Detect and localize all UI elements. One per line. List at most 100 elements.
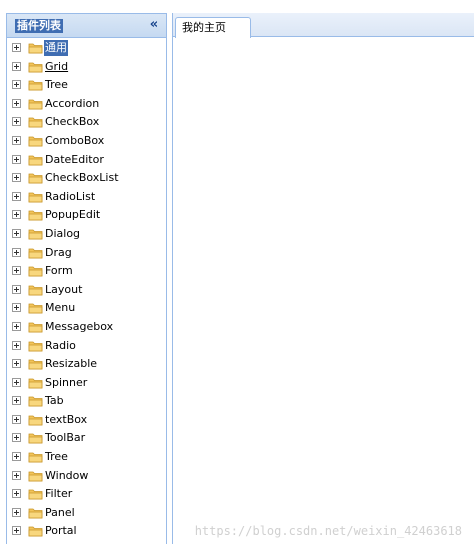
expand-plus-icon[interactable] <box>12 135 21 145</box>
tree-node[interactable]: Window <box>7 467 166 486</box>
tree-node-label[interactable]: Layout <box>44 282 83 298</box>
tree-node[interactable]: textBox <box>7 411 166 430</box>
tree-node-label[interactable]: CheckBoxList <box>44 170 120 186</box>
tree-node[interactable]: Tree <box>7 76 166 95</box>
folder-icon <box>28 285 43 296</box>
expand-plus-icon[interactable] <box>12 303 21 313</box>
folder-icon <box>28 155 43 165</box>
tree-node-label[interactable]: Tab <box>44 393 65 409</box>
expand-plus-icon[interactable] <box>12 470 21 480</box>
expand-plus-icon[interactable] <box>12 489 21 499</box>
folder-icon <box>28 80 43 91</box>
tree-node[interactable]: RadioList <box>7 188 166 207</box>
tree-node[interactable]: ToolBar <box>7 429 166 448</box>
tree-node-label[interactable]: Tree <box>44 449 69 465</box>
folder-icon <box>28 341 43 351</box>
tree-node-label[interactable]: ToolBar <box>44 430 86 446</box>
folder-icon <box>28 303 43 314</box>
tree-node[interactable]: Tab <box>7 392 166 411</box>
expand-plus-icon[interactable] <box>12 247 21 257</box>
tree-node[interactable]: Portal <box>7 522 166 541</box>
folder-icon <box>28 359 43 370</box>
expand-plus-icon[interactable] <box>12 154 21 164</box>
tab-content <box>173 38 474 544</box>
tree-node[interactable]: DateEditor <box>7 151 166 170</box>
expand-plus-icon[interactable] <box>12 191 21 201</box>
expand-plus-icon[interactable] <box>12 452 21 462</box>
tree-node[interactable]: Layout <box>7 281 166 300</box>
folder-icon <box>28 192 43 203</box>
folder-icon <box>28 99 43 110</box>
tree-node-label[interactable]: Panel <box>44 505 76 521</box>
tree-node[interactable]: ComboBox <box>7 132 166 151</box>
tree-node-label[interactable]: Window <box>44 468 89 484</box>
expand-plus-icon[interactable] <box>12 396 21 406</box>
tree-node-label[interactable]: Drag <box>44 245 73 261</box>
expand-plus-icon[interactable] <box>12 284 21 294</box>
expand-plus-icon[interactable] <box>12 173 21 183</box>
expand-plus-icon[interactable] <box>12 340 21 350</box>
tree-node[interactable]: PopupEdit <box>7 206 166 225</box>
tree-node[interactable]: Tree <box>7 448 166 467</box>
tree-node-label[interactable]: RadioList <box>44 189 96 205</box>
panel-title: 插件列表 <box>15 19 63 33</box>
expand-plus-icon[interactable] <box>12 377 21 387</box>
tree-node-label[interactable]: Portal <box>44 523 78 539</box>
main-panel: 我的主页 <box>172 13 474 544</box>
tree-node[interactable]: Drag <box>7 244 166 263</box>
expand-plus-icon[interactable] <box>12 266 21 276</box>
tree-node[interactable]: 通用 <box>7 39 166 58</box>
tab-home[interactable]: 我的主页 <box>175 17 251 38</box>
expand-plus-icon[interactable] <box>12 117 21 127</box>
tree-node[interactable]: Panel <box>7 504 166 523</box>
expand-plus-icon[interactable] <box>12 321 21 331</box>
expand-plus-icon[interactable] <box>12 228 21 238</box>
tree-node-label[interactable]: Radio <box>44 338 77 354</box>
expand-plus-icon[interactable] <box>12 80 21 90</box>
tree-node-label[interactable]: Form <box>44 263 74 279</box>
tree-node[interactable]: Form <box>7 262 166 281</box>
tree-node[interactable]: Messagebox <box>7 318 166 337</box>
collapse-icon[interactable]: « <box>147 18 161 32</box>
expand-plus-icon[interactable] <box>12 61 21 71</box>
tree-node[interactable]: Filter <box>7 485 166 504</box>
tree-node-label[interactable]: Menu <box>44 300 76 316</box>
tree-node-label[interactable]: ComboBox <box>44 133 105 149</box>
tree-node[interactable]: Spinner <box>7 374 166 393</box>
folder-icon <box>28 378 43 389</box>
expand-plus-icon[interactable] <box>12 414 21 424</box>
tree-node[interactable]: Grid <box>7 58 166 77</box>
expand-plus-icon[interactable] <box>12 98 21 108</box>
tree-node-label[interactable]: textBox <box>44 412 88 428</box>
folder-icon <box>28 173 43 184</box>
expand-plus-icon[interactable] <box>12 359 21 369</box>
folder-icon <box>28 266 43 277</box>
tree-node-label[interactable]: Spinner <box>44 375 88 391</box>
tree-node[interactable]: CheckBox <box>7 113 166 132</box>
expand-plus-icon[interactable] <box>12 526 21 536</box>
folder-icon <box>28 62 43 72</box>
tree-node-label[interactable]: Accordion <box>44 96 100 112</box>
tree-node-label[interactable]: PopupEdit <box>44 207 101 223</box>
tree-node-label[interactable]: CheckBox <box>44 114 100 130</box>
tree-node[interactable]: Accordion <box>7 95 166 114</box>
tree-node-label[interactable]: Dialog <box>44 226 81 242</box>
expand-plus-icon[interactable] <box>12 433 21 443</box>
expand-plus-icon[interactable] <box>12 507 21 517</box>
tree-node[interactable]: Resizable <box>7 355 166 374</box>
tree-node-label[interactable]: DateEditor <box>44 152 105 168</box>
folder-icon <box>28 434 43 444</box>
tree-node[interactable]: CheckBoxList <box>7 169 166 188</box>
tree-node[interactable]: Menu <box>7 299 166 318</box>
expand-plus-icon[interactable] <box>12 43 21 52</box>
tree-node-label[interactable]: Resizable <box>44 356 98 372</box>
tree-node[interactable]: Radio <box>7 337 166 356</box>
tree-node-label[interactable]: 通用 <box>44 40 68 56</box>
tree-node-label[interactable]: Filter <box>44 486 73 502</box>
folder-icon <box>28 43 43 54</box>
expand-plus-icon[interactable] <box>12 210 21 220</box>
tree-node[interactable]: Dialog <box>7 225 166 244</box>
tree-node-label[interactable]: Tree <box>44 77 69 93</box>
tree-node-label[interactable]: Grid <box>44 59 69 75</box>
tree-node-label[interactable]: Messagebox <box>44 319 114 335</box>
